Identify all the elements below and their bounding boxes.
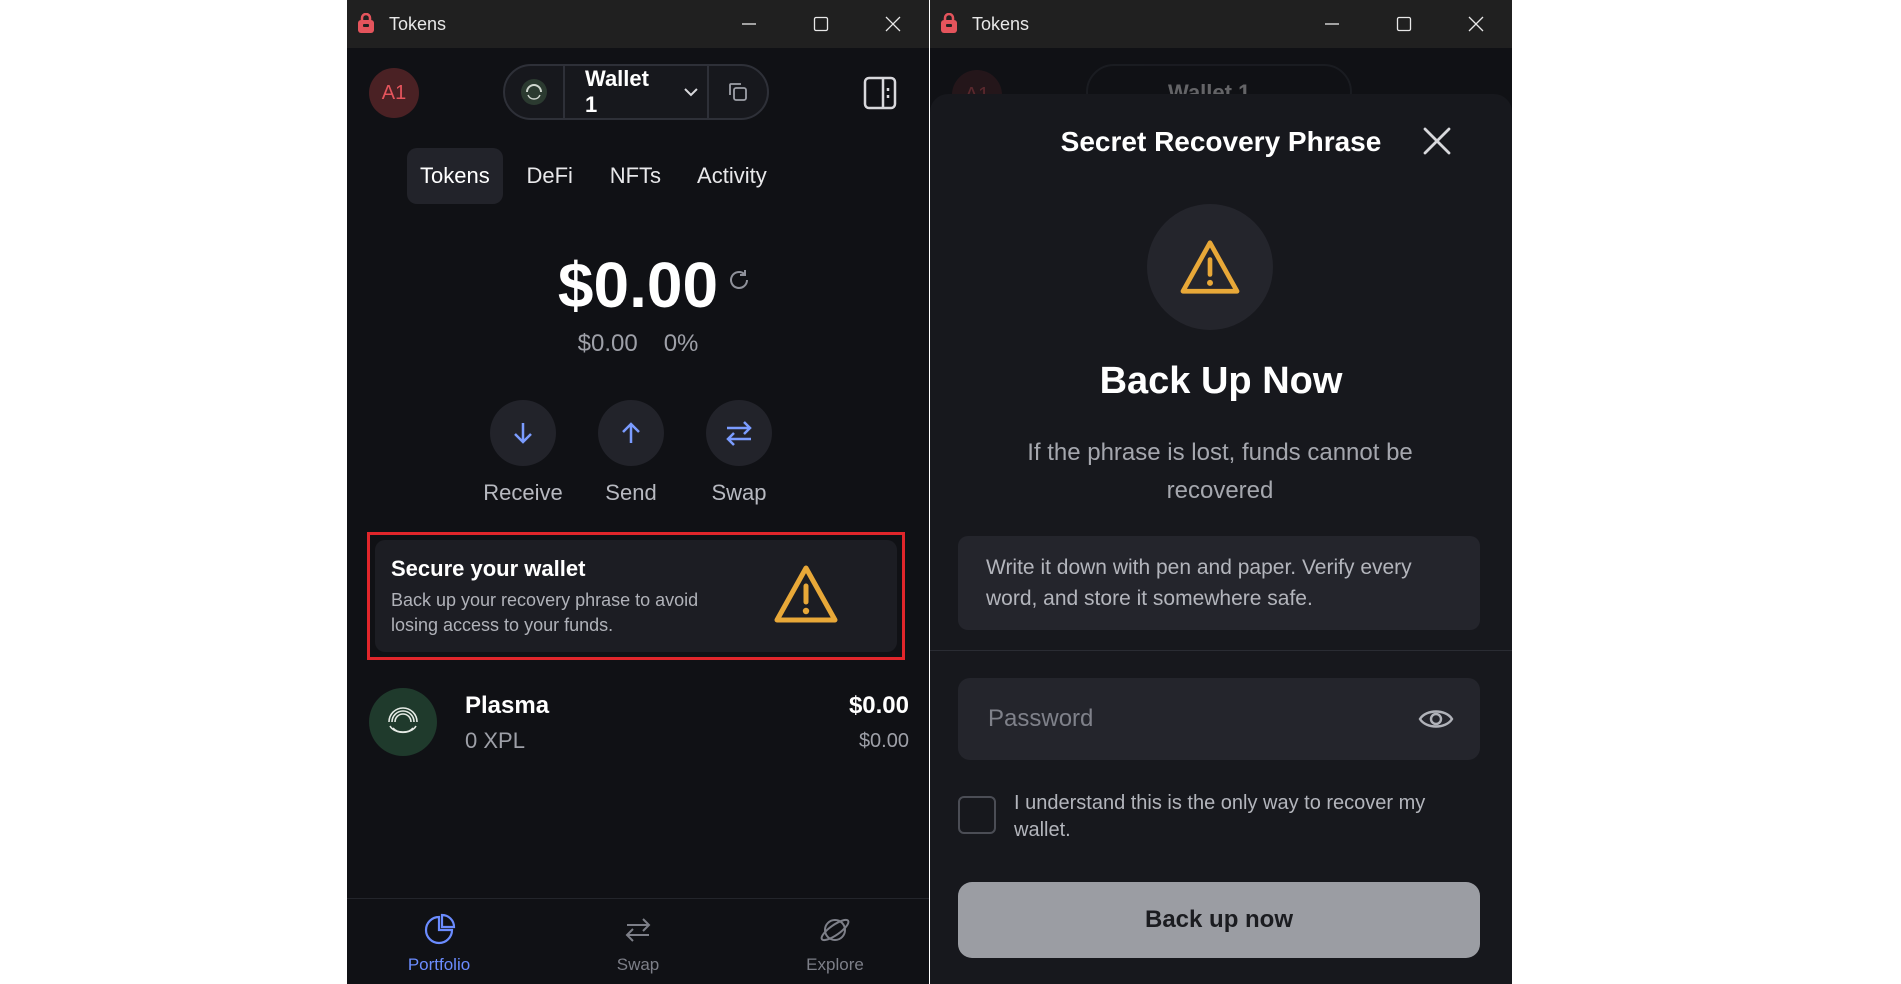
quick-actions: Receive Send Swap xyxy=(483,400,773,506)
nav-portfolio-label: Portfolio xyxy=(407,955,471,974)
send-button[interactable]: Send xyxy=(597,400,665,506)
wallet-token-icon xyxy=(505,66,565,118)
wallet-window-backup: Tokens A1 Wallet 1 Secret Recovery Phras… xyxy=(930,0,1512,984)
arrow-down-icon xyxy=(514,423,532,444)
maximize-icon xyxy=(1396,16,1412,32)
nav-explore-label: Explore xyxy=(806,955,864,974)
password-field[interactable] xyxy=(958,678,1480,760)
token-value: $0.00 xyxy=(848,692,909,719)
send-label: Send xyxy=(605,480,657,505)
account-avatar[interactable]: A1 xyxy=(369,68,419,118)
title-bar: Tokens xyxy=(930,0,1512,48)
close-icon xyxy=(885,16,901,32)
bottom-navigation: Portfolio Swap Explore xyxy=(347,898,929,984)
swap-arrows-icon xyxy=(625,918,651,942)
swap-button[interactable]: Swap xyxy=(705,400,773,506)
divider xyxy=(930,650,1512,651)
swap-label: Swap xyxy=(711,480,767,505)
minimize-icon xyxy=(1325,23,1339,25)
maximize-icon xyxy=(813,16,829,32)
wallet-window-main: Tokens A1 Wallet 1 Tokens DeFi NFTs Acti… xyxy=(347,0,929,984)
token-name: Plasma xyxy=(465,692,550,719)
recovery-phrase-sheet: Secret Recovery Phrase Back Up Now If th… xyxy=(930,94,1512,984)
backup-heading: Back Up Now xyxy=(1099,360,1343,402)
wallet-selector[interactable]: Wallet 1 xyxy=(503,64,769,120)
backup-info-box: Write it down with pen and paper. Verify… xyxy=(958,536,1480,630)
change-value: $0.00 xyxy=(577,330,638,357)
wallet-name-dropdown[interactable]: Wallet 1 xyxy=(565,66,701,118)
wallet-name: Wallet 1 xyxy=(585,66,649,117)
token-value-secondary: $0.00 xyxy=(858,730,909,752)
receive-label: Receive xyxy=(483,480,563,505)
tab-defi[interactable]: DeFi xyxy=(513,148,587,204)
close-icon[interactable] xyxy=(1420,124,1454,158)
tab-tokens[interactable]: Tokens xyxy=(407,148,503,204)
receive-button[interactable]: Receive xyxy=(483,400,563,506)
app-icon xyxy=(941,13,957,33)
change-percent: 0% xyxy=(663,330,699,357)
close-icon xyxy=(1468,16,1484,32)
pie-chart-icon xyxy=(424,913,456,945)
token-row[interactable]: Plasma 0 XPL $0.00 $0.00 xyxy=(369,688,909,758)
maximize-button[interactable] xyxy=(1368,0,1440,48)
warning-icon xyxy=(774,565,838,623)
secure-card-description: Back up your recovery phrase to avoid lo… xyxy=(391,590,699,635)
copy-icon xyxy=(729,83,747,101)
nav-swap-label: Swap xyxy=(616,955,660,974)
plasma-token-icon xyxy=(369,688,437,756)
back-up-now-button[interactable]: Back up now xyxy=(958,882,1480,958)
minimize-button[interactable] xyxy=(713,0,785,48)
secure-card-title: Secure your wallet xyxy=(391,556,586,581)
portfolio-tabs: Tokens DeFi NFTs Activity xyxy=(407,148,780,204)
arrow-up-icon xyxy=(622,422,640,443)
planet-icon xyxy=(820,918,850,942)
nav-swap[interactable]: Swap xyxy=(578,913,698,975)
tab-activity[interactable]: Activity xyxy=(684,148,780,204)
password-input[interactable] xyxy=(986,704,1410,734)
nav-portfolio[interactable]: Portfolio xyxy=(379,913,499,975)
total-balance: $0.00 xyxy=(347,248,929,322)
chevron-down-icon xyxy=(684,88,698,97)
nav-explore[interactable]: Explore xyxy=(775,913,895,975)
warning-badge xyxy=(1147,204,1273,330)
balance-change: $0.00 0% xyxy=(347,330,929,358)
close-window-button[interactable] xyxy=(1440,0,1512,48)
title-bar: Tokens xyxy=(347,0,929,48)
swap-arrows-icon xyxy=(726,421,752,446)
maximize-button[interactable] xyxy=(785,0,857,48)
close-window-button[interactable] xyxy=(857,0,929,48)
side-panel-icon[interactable] xyxy=(863,76,897,110)
refresh-icon[interactable] xyxy=(725,266,753,294)
window-title: Tokens xyxy=(389,13,447,34)
balance-amount: $0.00 xyxy=(557,249,719,321)
eye-icon[interactable] xyxy=(1418,702,1454,736)
understand-checkbox[interactable] xyxy=(958,796,996,834)
copy-address-button[interactable] xyxy=(707,66,767,118)
minimize-button[interactable] xyxy=(1296,0,1368,48)
window-title: Tokens xyxy=(972,13,1030,34)
understand-checkbox-label[interactable]: I understand this is the only way to rec… xyxy=(1014,790,1484,844)
app-icon xyxy=(358,13,374,33)
minimize-icon xyxy=(742,23,756,25)
tab-nfts[interactable]: NFTs xyxy=(597,148,674,204)
secure-wallet-card[interactable]: Secure your wallet Back up your recovery… xyxy=(375,540,897,652)
warning-icon xyxy=(1180,240,1240,294)
backup-description: If the phrase is lost, funds cannot be r… xyxy=(1027,439,1413,504)
token-amount: 0 XPL xyxy=(465,728,525,753)
